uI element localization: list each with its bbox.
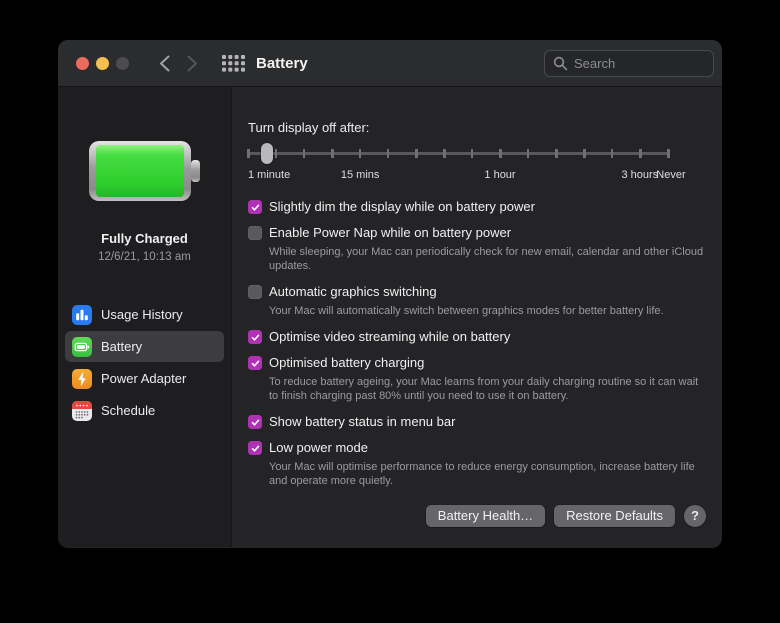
window-title: Battery: [256, 54, 308, 72]
checkbox-description: While sleeping, your Mac can periodicall…: [269, 246, 704, 273]
bar-chart-icon: [72, 304, 92, 325]
title-bar: Battery: [58, 40, 722, 87]
search-field[interactable]: [544, 50, 714, 77]
checkbox-description: Your Mac will automatically switch betwe…: [269, 305, 664, 318]
slider-tick: [331, 149, 334, 158]
footer-actions: Battery Health… Restore Defaults ?: [248, 504, 706, 527]
sidebar-item-label: Usage History: [101, 307, 183, 322]
checkbox-item: Automatic graphics switching Your Mac wi…: [248, 284, 706, 318]
lightning-icon: [72, 368, 92, 389]
slider-tick-labels: 1 minute 15 mins 1 hour 3 hours Never: [248, 169, 686, 183]
checkbox-item: Show battery status in menu bar: [248, 414, 706, 430]
forward-button: [187, 55, 197, 71]
checkbox[interactable]: [248, 200, 262, 214]
battery-status-icon: [88, 141, 200, 201]
checkbox-description: To reduce battery ageing, your Mac learn…: [269, 376, 699, 403]
battery-pane: Turn display off after: 1 minute 15 mins 1…: [232, 87, 722, 547]
traffic-lights: [76, 56, 129, 70]
slider-tick: [667, 149, 670, 158]
slider-tick: [386, 149, 390, 158]
checkbox-label: Enable Power Nap while on battery power: [269, 225, 512, 240]
back-button[interactable]: [159, 55, 170, 72]
checkbox-row-power-nap[interactable]: Enable Power Nap while on battery power: [248, 225, 706, 240]
restore-defaults-button[interactable]: Restore Defaults: [554, 504, 675, 527]
checkbox[interactable]: [248, 330, 262, 345]
checkbox-label: Optimise video streaming while on batter…: [269, 329, 511, 345]
sidebar-item-label: Battery: [101, 339, 143, 354]
slider-tick: [302, 149, 306, 158]
slider-tick: [415, 149, 418, 158]
checkbox[interactable]: [248, 226, 262, 240]
search-icon: [553, 56, 568, 71]
zoom-button: [116, 56, 129, 70]
show-all-grid-icon[interactable]: [222, 54, 245, 72]
slider-tick: [555, 149, 558, 158]
slider-tick-label: Never: [656, 169, 686, 181]
checkbox[interactable]: [248, 441, 262, 456]
checkbox-label: Optimised battery charging: [269, 355, 425, 371]
checkbox-label: Low power mode: [269, 440, 368, 456]
slider-tick-label: 15 mins: [340, 169, 380, 181]
checkbox-row-graphics-switching[interactable]: Automatic graphics switching: [248, 284, 706, 300]
slider-track[interactable]: [247, 149, 670, 158]
slider-tick: [247, 149, 250, 158]
sidebar-nav: Usage History Battery Power Adapter Sche…: [58, 299, 231, 426]
sidebar-item-schedule[interactable]: Schedule: [65, 395, 224, 426]
sidebar-item-power-adapter[interactable]: Power Adapter: [65, 363, 224, 394]
sidebar: Fully Charged 12/6/21, 10:13 am Usage Hi…: [58, 87, 232, 547]
battery-health-button[interactable]: Battery Health…: [425, 504, 546, 527]
checkbox-label: Show battery status in menu bar: [269, 414, 456, 430]
checkbox-label: Slightly dim the display while on batter…: [269, 199, 535, 214]
slider-tick: [443, 149, 446, 158]
battery-icon: [72, 336, 92, 357]
checkbox-row-menu-bar-status[interactable]: Show battery status in menu bar: [248, 414, 706, 430]
slider-tick: [358, 149, 362, 158]
slider-tick-label: 1 minute: [248, 169, 291, 181]
display-off-label: Turn display off after:: [248, 120, 370, 135]
search-input[interactable]: [574, 56, 705, 71]
checkbox-label: Automatic graphics switching: [269, 284, 437, 300]
minimize-button[interactable]: [96, 56, 109, 70]
battery-status-text: Fully Charged: [101, 231, 188, 246]
checkbox-item: Optimise video streaming while on batter…: [248, 329, 706, 345]
checkbox-description: Your Mac will optimise performance to re…: [269, 461, 695, 488]
battery-preferences-window: Battery Search Fully Charged 12/6/21, 10…: [58, 40, 722, 548]
close-button[interactable]: [76, 56, 89, 70]
checkbox-row-dim-display[interactable]: Slightly dim the display while on batter…: [248, 199, 706, 214]
checkbox-item: Optimised battery charging To reduce bat…: [248, 355, 706, 403]
checkbox-item: Slightly dim the display while on batter…: [248, 199, 706, 214]
slider-tick: [499, 149, 502, 158]
checkbox-list: Slightly dim the display while on batter…: [248, 199, 706, 489]
slider-tick: [583, 149, 586, 158]
checkbox-row-low-power-mode[interactable]: Low power mode: [248, 440, 706, 456]
sidebar-item-label: Schedule: [101, 403, 156, 418]
slider-tick-label: 3 hours: [621, 169, 659, 181]
checkbox[interactable]: [248, 285, 262, 300]
checkbox-row-optimised-charging[interactable]: Optimised battery charging: [248, 355, 706, 371]
slider-tick: [639, 149, 642, 158]
sidebar-item-label: Power Adapter: [101, 371, 187, 386]
slider-thumb[interactable]: [260, 143, 273, 164]
battery-status-date: 12/6/21, 10:13 am: [98, 251, 191, 263]
checkbox-row-video-streaming[interactable]: Optimise video streaming while on batter…: [248, 329, 706, 345]
slider-tick-label: 1 hour: [484, 169, 516, 181]
checkbox[interactable]: [248, 415, 262, 430]
slider-tick: [526, 149, 530, 158]
calendar-icon: [72, 400, 92, 421]
slider-tick: [610, 149, 614, 158]
slider-tick: [470, 149, 474, 158]
help-button[interactable]: ?: [684, 504, 706, 527]
slider-tick: [274, 149, 278, 158]
sidebar-item-usage-history[interactable]: Usage History: [65, 299, 224, 330]
checkbox-item: Low power mode Your Mac will optimise pe…: [248, 440, 706, 488]
sidebar-item-battery[interactable]: Battery: [65, 331, 224, 362]
checkbox-item: Enable Power Nap while on battery power …: [248, 225, 706, 273]
display-off-slider[interactable]: [247, 143, 670, 164]
checkbox[interactable]: [248, 356, 262, 371]
